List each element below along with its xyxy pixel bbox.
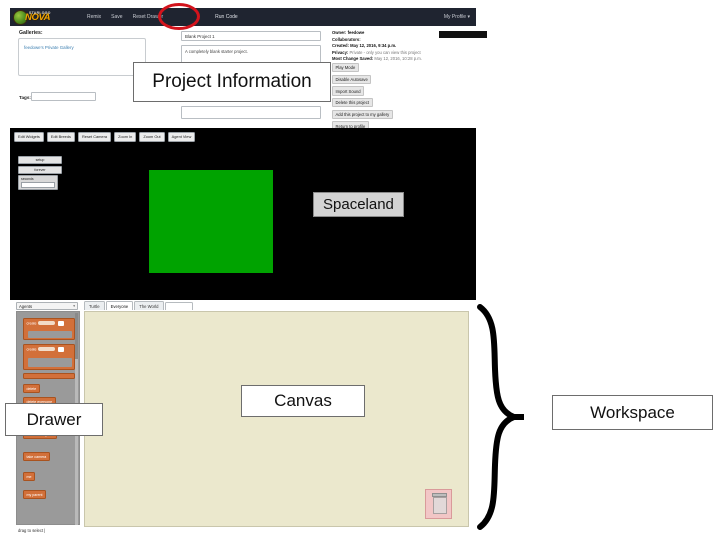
zoom-out-button[interactable]: Zoom Out	[139, 132, 165, 142]
nav-item-remix[interactable]: Remix	[87, 14, 101, 20]
top-navbar: STARLOGO NOVA Remix Save Reset Drawer Ru…	[10, 8, 476, 26]
spaceland-toolbar: Edit Widgets Edit Breeds Reset Camera Zo…	[14, 132, 196, 142]
nav-item-my-profile[interactable]: My Profile ▾	[444, 14, 470, 20]
tab-everyone[interactable]: Everyone	[105, 301, 134, 311]
delete-project-button[interactable]: Delete this project	[332, 98, 373, 108]
edit-widgets-button[interactable]: Edit Widgets	[14, 132, 44, 142]
setup-widget-button[interactable]: setup	[18, 156, 62, 165]
zoom-in-button[interactable]: Zoom In	[114, 132, 137, 142]
meta-label-created: Created:	[332, 43, 349, 49]
meta-row-privacy: Privacy: Private - only you can view thi…	[332, 50, 482, 57]
project-metadata: Owner: feedowe Collaborators: Created: M…	[332, 30, 487, 63]
gallery-link[interactable]: feedowe's Private Gallery	[24, 45, 74, 50]
owner-redaction-bar	[439, 31, 487, 38]
tags-input[interactable]	[31, 92, 96, 101]
trash-icon[interactable]	[425, 489, 452, 519]
add-to-gallery-button[interactable]: Add this project to my gallery	[332, 109, 393, 120]
meta-value-privacy: Private - only you can view this project	[349, 49, 421, 55]
tab-turtle[interactable]: Turtle	[84, 301, 105, 311]
block-create-do[interactable]: create	[23, 344, 75, 370]
agents-dropdown-label: Agents	[19, 303, 33, 309]
seconds-slider-label: seconds	[21, 177, 34, 182]
nav-item-reset-drawer[interactable]: Reset Drawer	[133, 14, 164, 20]
annotation-label-project-information: Project Information	[133, 62, 331, 102]
annotation-label-workspace: Workspace	[552, 395, 713, 430]
drag-to-select-hint: drag to select |	[18, 528, 46, 533]
forever-widget-button[interactable]: forever	[18, 165, 62, 174]
annotation-label-drawer: Drawer	[5, 403, 103, 436]
meta-value-created: May 12, 2016, 9:34 p.m.	[350, 43, 397, 49]
meta-label-owner: Owner:	[332, 30, 347, 35]
meta-value-last-saved: May 12, 2016, 10:28 p.m.	[374, 56, 422, 62]
blocks-canvas[interactable]	[84, 311, 469, 527]
block-loop-bar[interactable]	[23, 373, 75, 379]
meta-row-owner: Owner: feedowe	[332, 30, 487, 38]
project-description-text: A completely blank starter project.	[185, 49, 248, 54]
navbar-menu: Remix Save Reset Drawer Run Code	[87, 14, 238, 20]
disable-autosave-button[interactable]: Disable Autosave	[332, 74, 372, 85]
agents-dropdown[interactable]: Agents ▾	[16, 302, 78, 310]
annotation-label-spaceland: Spaceland	[313, 192, 404, 217]
meta-label-privacy: Privacy:	[332, 49, 349, 55]
spaceland-panel: Edit Widgets Edit Breeds Reset Camera Zo…	[10, 128, 476, 300]
workspace-tabs: Turtle Everyone The World	[84, 301, 193, 311]
block-create-label: create	[26, 320, 37, 325]
annotation-brace-workspace	[477, 304, 524, 530]
logo-nova-text: NOVA	[25, 12, 51, 24]
tags-label: Tags:	[19, 95, 31, 100]
nav-item-save[interactable]: Save	[111, 14, 122, 20]
block-delete[interactable]: delete	[23, 384, 40, 393]
block-my-parent[interactable]: my parent	[23, 490, 46, 499]
block-me[interactable]: me	[23, 472, 35, 481]
galleries-list: feedowe's Private Gallery	[18, 38, 146, 76]
block-create-do-label: create	[26, 346, 37, 351]
seconds-slider-track[interactable]	[21, 182, 55, 189]
chevron-down-icon: ▾	[73, 303, 75, 308]
meta-label-collaborators: Collaborators:	[332, 36, 361, 42]
starlogo-nova-logo[interactable]: STARLOGO NOVA	[13, 9, 75, 26]
project-title-input[interactable]: Blank Project 1	[181, 31, 321, 41]
project-extra-field[interactable]	[181, 106, 321, 119]
spaceland-widgets: setup forever seconds	[18, 156, 62, 191]
galleries-label: Galleries:	[19, 30, 43, 36]
annotation-label-canvas: Canvas	[241, 385, 365, 417]
screenshot-root: STARLOGO NOVA Remix Save Reset Drawer Ru…	[0, 0, 718, 539]
meta-row-created: Created: May 12, 2016, 9:34 p.m.	[332, 43, 482, 50]
edit-breeds-button[interactable]: Edit Breeds	[46, 132, 75, 142]
meta-value-owner: feedowe	[347, 30, 365, 35]
import-sound-button[interactable]: Import Sound	[332, 86, 365, 96]
spaceland-ground-plane[interactable]	[149, 170, 273, 273]
seconds-slider-widget[interactable]: seconds	[18, 175, 58, 191]
play-mode-button[interactable]: Play Mode	[332, 63, 359, 73]
meta-label-last-saved: Most Change Saved:	[332, 56, 374, 62]
meta-row-last-saved: Most Change Saved: May 12, 2016, 10:28 p…	[332, 56, 482, 63]
tab-the-world[interactable]: The World	[134, 301, 164, 311]
logo-wordmark: STARLOGO NOVA	[25, 11, 51, 24]
nav-item-run-code[interactable]: Run Code	[215, 14, 238, 20]
block-take-camera[interactable]: take camera	[23, 452, 50, 461]
project-action-buttons: Play Mode Disable Autosave Import Sound …	[332, 63, 393, 131]
tab-add-placeholder[interactable]	[164, 302, 193, 311]
agent-view-button[interactable]: Agent View	[167, 132, 196, 142]
reset-camera-button[interactable]: Reset Camera	[77, 132, 112, 142]
block-create[interactable]: create	[23, 318, 75, 340]
